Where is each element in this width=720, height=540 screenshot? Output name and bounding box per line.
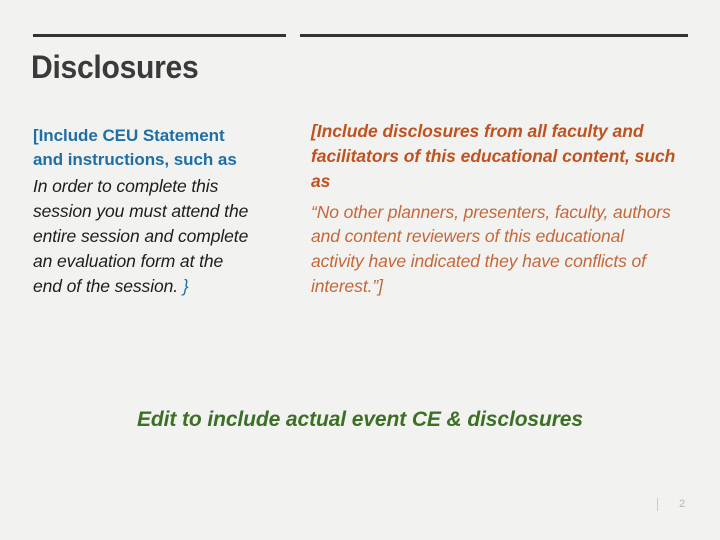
header-rule-left — [33, 34, 286, 37]
footer-divider — [657, 498, 658, 511]
ceu-statement-lead: [Include CEU Statement and instructions,… — [33, 126, 237, 170]
right-content-column: [Include disclosures from all faculty an… — [311, 119, 681, 299]
page-title: Disclosures — [31, 49, 199, 85]
disclosures-lead: [Include disclosures from all faculty an… — [311, 121, 676, 191]
slide-canvas: Disclosures [Include CEU Statement and i… — [0, 0, 720, 540]
header-rule-right — [300, 34, 688, 37]
ceu-statement-body-text: In order to complete this session you mu… — [33, 176, 249, 296]
page-number: 2 — [678, 498, 686, 510]
ceu-statement-body: In order to complete this session you mu… — [33, 174, 251, 298]
ceu-statement-closing-brace: } — [182, 275, 189, 296]
disclosures-body: “No other planners, presenters, faculty,… — [311, 201, 671, 297]
edit-reminder-callout: Edit to include actual event CE & disclo… — [137, 408, 583, 431]
left-content-column: [Include CEU Statement and instructions,… — [33, 124, 251, 298]
